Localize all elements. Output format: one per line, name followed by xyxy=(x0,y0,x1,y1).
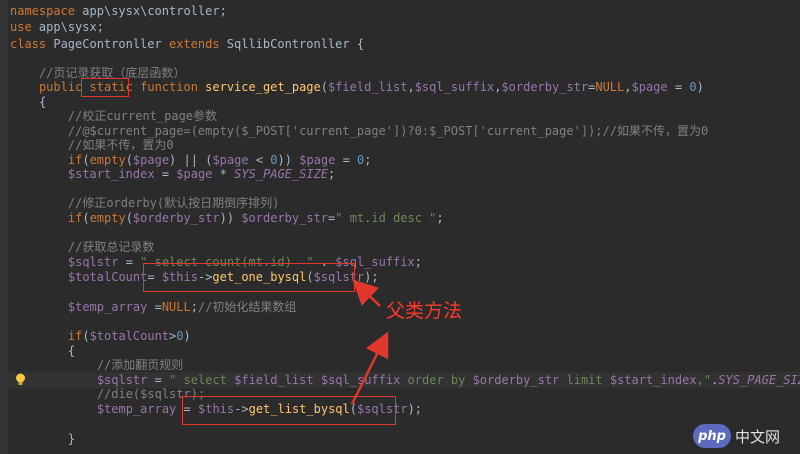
php-logo-badge: php xyxy=(693,424,731,448)
code-line[interactable]: $totalCount= $this->get_one_bysql($sqlst… xyxy=(10,269,379,285)
code-line[interactable]: } xyxy=(10,431,75,447)
code-line[interactable]: if(empty($orderby_str)) $orderby_str=" m… xyxy=(10,210,444,226)
code-line[interactable]: public static function service_get_page(… xyxy=(10,79,704,95)
lightbulb-icon[interactable] xyxy=(15,371,26,385)
code-line[interactable]: //获取总记录数 xyxy=(10,239,154,255)
code-line[interactable]: class PageContronller extends SqllibCont… xyxy=(10,36,364,52)
code-line[interactable]: //添加翻页规则 xyxy=(10,357,183,373)
code-line[interactable]: //如果不传，置为0 xyxy=(10,137,174,153)
code-line[interactable]: //校正current_page参数 xyxy=(10,108,217,124)
code-line[interactable]: namespace app\sysx\controller; xyxy=(10,3,227,19)
code-line[interactable]: $temp_array = $this->get_list_bysql($sql… xyxy=(10,401,422,417)
code-line[interactable]: if($totalCount>0) xyxy=(10,328,191,344)
arrow-to-get-one-bysql xyxy=(352,279,381,307)
code-editor[interactable]: namespace app\sysx\controller; use app\sy… xyxy=(0,0,800,454)
code-line[interactable]: $start_index = $page * SYS_PAGE_SIZE; xyxy=(10,166,335,182)
code-line[interactable]: //die($sqlstr); xyxy=(10,386,205,402)
code-line[interactable]: use app\sysx; xyxy=(10,19,104,35)
php-cn-watermark: php 中文网 xyxy=(693,424,780,448)
arrow-to-get-list-bysql xyxy=(350,331,389,405)
code-line[interactable]: $sqlstr = " select count(mt.id) " . $sql… xyxy=(10,254,422,270)
code-line[interactable]: $temp_array =NULL;//初始化结果数组 xyxy=(10,299,297,315)
editor-gutter xyxy=(0,0,8,454)
watermark-text: 中文网 xyxy=(735,427,781,446)
parent-method-annotation: 父类方法 xyxy=(386,300,463,322)
code-line[interactable]: //修正orderby(默认按日期倒序排列) xyxy=(10,195,279,211)
